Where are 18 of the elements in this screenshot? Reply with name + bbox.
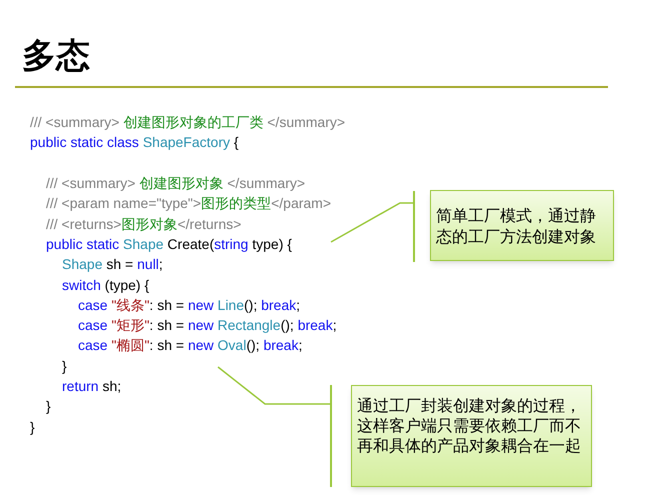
code-line: return sh; [62, 377, 122, 395]
code-line: case "矩形": sh = new Rectangle(); break; [78, 316, 337, 334]
code-line: /// <returns>图形对象</returns> [46, 214, 242, 233]
code-line: /// <summary> 创建图形对象 </summary> [46, 174, 306, 192]
callout-box: 简单工厂模式，通过静态的工厂方法创建对象 [430, 190, 614, 261]
code-line: switch (type) { [62, 276, 150, 294]
code-line: /// <param name="type">图形的类型</param> [46, 194, 332, 212]
code-line: Shape sh = null; [62, 255, 163, 274]
code-line: /// <summary> 创建图形对象的工厂类 </summary> [30, 113, 346, 132]
callout-box: 通过工厂封装创建对象的过程，这样客户端只需要依赖工厂而不再和具体的产品对象耦合在一起 [351, 385, 592, 487]
code-line: public static class ShapeFactory { [30, 133, 239, 152]
code-line: } [62, 356, 67, 375]
code-line: case "椭圆": sh = new Oval(); break; [78, 336, 302, 354]
code-line: public static Shape Create(string type) { [46, 234, 292, 253]
slide-title: 多态 [22, 36, 90, 76]
code-line: case "线条": sh = new Line(); break; [78, 296, 300, 314]
code-line: } [46, 397, 51, 416]
code-line: } [30, 418, 35, 436]
